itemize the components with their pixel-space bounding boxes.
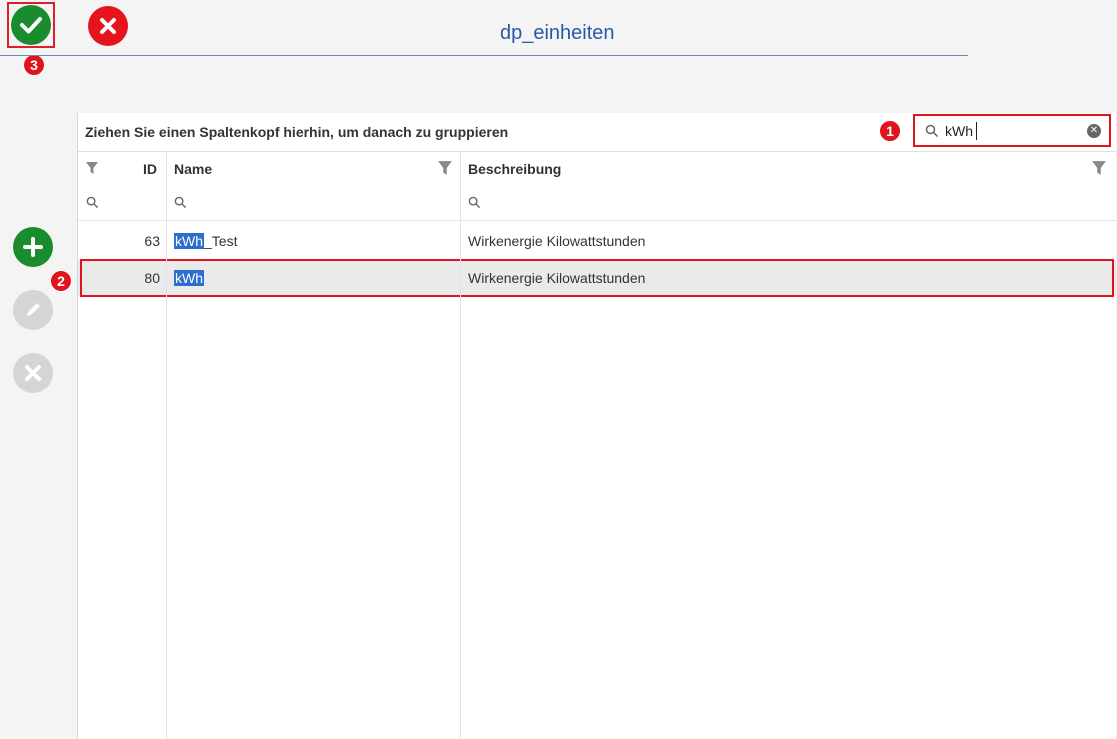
column-header-row: ID Name Beschreibung [78, 152, 1116, 187]
table-row[interactable]: 63 kWh_Test Wirkenergie Kilowattstunden [78, 223, 1116, 259]
column-divider [166, 152, 167, 739]
search-input[interactable]: kWh ✕ [913, 114, 1111, 147]
search-icon[interactable] [86, 196, 99, 209]
filter-icon[interactable] [437, 160, 453, 176]
cell-name-rest: _Test [204, 233, 238, 249]
annotation-badge-3: 3 [23, 54, 45, 76]
clear-icon[interactable]: ✕ [1087, 124, 1101, 138]
plus-icon [23, 237, 43, 257]
column-divider [460, 152, 461, 739]
edit-button[interactable] [13, 290, 53, 330]
cell-name: kWh_Test [174, 233, 237, 249]
filter-icon[interactable] [1091, 160, 1107, 176]
pencil-icon [27, 303, 40, 316]
annotation-badge-2: 2 [50, 270, 72, 292]
column-header-name[interactable]: Name [174, 161, 212, 177]
column-header-description[interactable]: Beschreibung [468, 161, 561, 177]
delete-button[interactable] [13, 353, 53, 393]
column-header-id[interactable]: ID [143, 161, 157, 177]
annotation-badge-1: 1 [879, 120, 901, 142]
search-icon[interactable] [468, 196, 481, 209]
title-divider [0, 55, 968, 56]
search-icon[interactable] [174, 196, 187, 209]
text-caret [976, 122, 977, 140]
annotation-frame-accept [7, 2, 55, 48]
add-button[interactable] [13, 227, 53, 267]
cancel-button[interactable] [88, 6, 128, 46]
search-value: kWh [945, 123, 973, 139]
search-highlight: kWh [174, 233, 204, 249]
cell-description: Wirkenergie Kilowattstunden [468, 233, 646, 249]
annotation-frame-row [80, 259, 1114, 297]
cell-id: 63 [144, 233, 160, 249]
page-title: dp_einheiten [500, 22, 615, 44]
x-icon [25, 365, 41, 381]
search-icon [925, 124, 939, 138]
close-icon [100, 18, 116, 34]
filter-icon[interactable] [85, 161, 99, 175]
filter-row [78, 186, 1116, 221]
data-grid: Ziehen Sie einen Spaltenkopf hierhin, um… [77, 113, 1116, 739]
group-hint: Ziehen Sie einen Spaltenkopf hierhin, um… [85, 124, 509, 140]
